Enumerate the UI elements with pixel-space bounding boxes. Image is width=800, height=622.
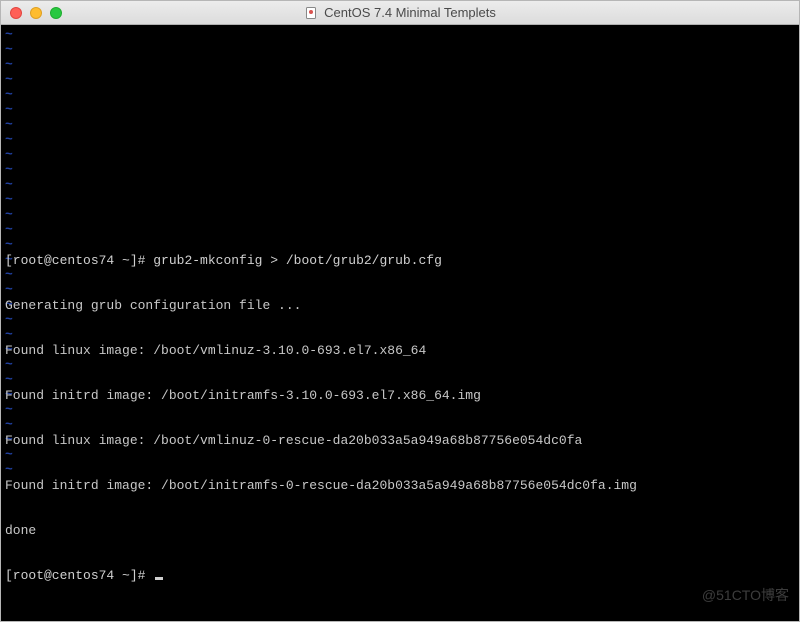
output-line: Generating grub configuration file ... xyxy=(5,298,795,313)
tilde-marker: ~ xyxy=(5,162,13,177)
terminal-output-block: [root@centos74 ~]# grub2-mkconfig > /boo… xyxy=(5,223,795,613)
tilde-marker: ~ xyxy=(5,207,13,222)
window-title-area: CentOS 7.4 Minimal Templets xyxy=(1,5,799,20)
tilde-marker: ~ xyxy=(5,147,13,162)
output-line: Found initrd image: /boot/initramfs-3.10… xyxy=(5,388,795,403)
close-icon[interactable] xyxy=(10,7,22,19)
output-line: done xyxy=(5,523,795,538)
tilde-marker: ~ xyxy=(5,117,13,132)
tilde-marker: ~ xyxy=(5,42,13,57)
shell-command: grub2-mkconfig > /boot/grub2/grub.cfg xyxy=(153,253,442,268)
tilde-marker: ~ xyxy=(5,27,13,42)
cursor-icon xyxy=(155,577,163,580)
tilde-marker: ~ xyxy=(5,87,13,102)
document-icon xyxy=(304,6,318,20)
shell-prompt-line: [root@centos74 ~]# grub2-mkconfig > /boo… xyxy=(5,253,795,268)
tilde-marker: ~ xyxy=(5,192,13,207)
app-window: CentOS 7.4 Minimal Templets ~~~~~~~~~~~~… xyxy=(0,0,800,622)
tilde-marker: ~ xyxy=(5,132,13,147)
output-line: Found linux image: /boot/vmlinuz-0-rescu… xyxy=(5,433,795,448)
tilde-marker: ~ xyxy=(5,57,13,72)
window-title: CentOS 7.4 Minimal Templets xyxy=(324,5,496,20)
titlebar[interactable]: CentOS 7.4 Minimal Templets xyxy=(1,1,799,25)
terminal[interactable]: ~~~~~~~~~~~~~~~~~~~~~~~~~~~~~~ [root@cen… xyxy=(1,25,799,621)
output-line: Found linux image: /boot/vmlinuz-3.10.0-… xyxy=(5,343,795,358)
window-controls xyxy=(1,7,62,19)
shell-prompt: [root@centos74 ~]# xyxy=(5,253,153,268)
maximize-icon[interactable] xyxy=(50,7,62,19)
tilde-marker: ~ xyxy=(5,177,13,192)
minimize-icon[interactable] xyxy=(30,7,42,19)
shell-prompt-line: [root@centos74 ~]# xyxy=(5,568,795,583)
tilde-marker: ~ xyxy=(5,72,13,87)
output-line: Found initrd image: /boot/initramfs-0-re… xyxy=(5,478,795,493)
tilde-marker: ~ xyxy=(5,102,13,117)
shell-prompt: [root@centos74 ~]# xyxy=(5,568,153,583)
